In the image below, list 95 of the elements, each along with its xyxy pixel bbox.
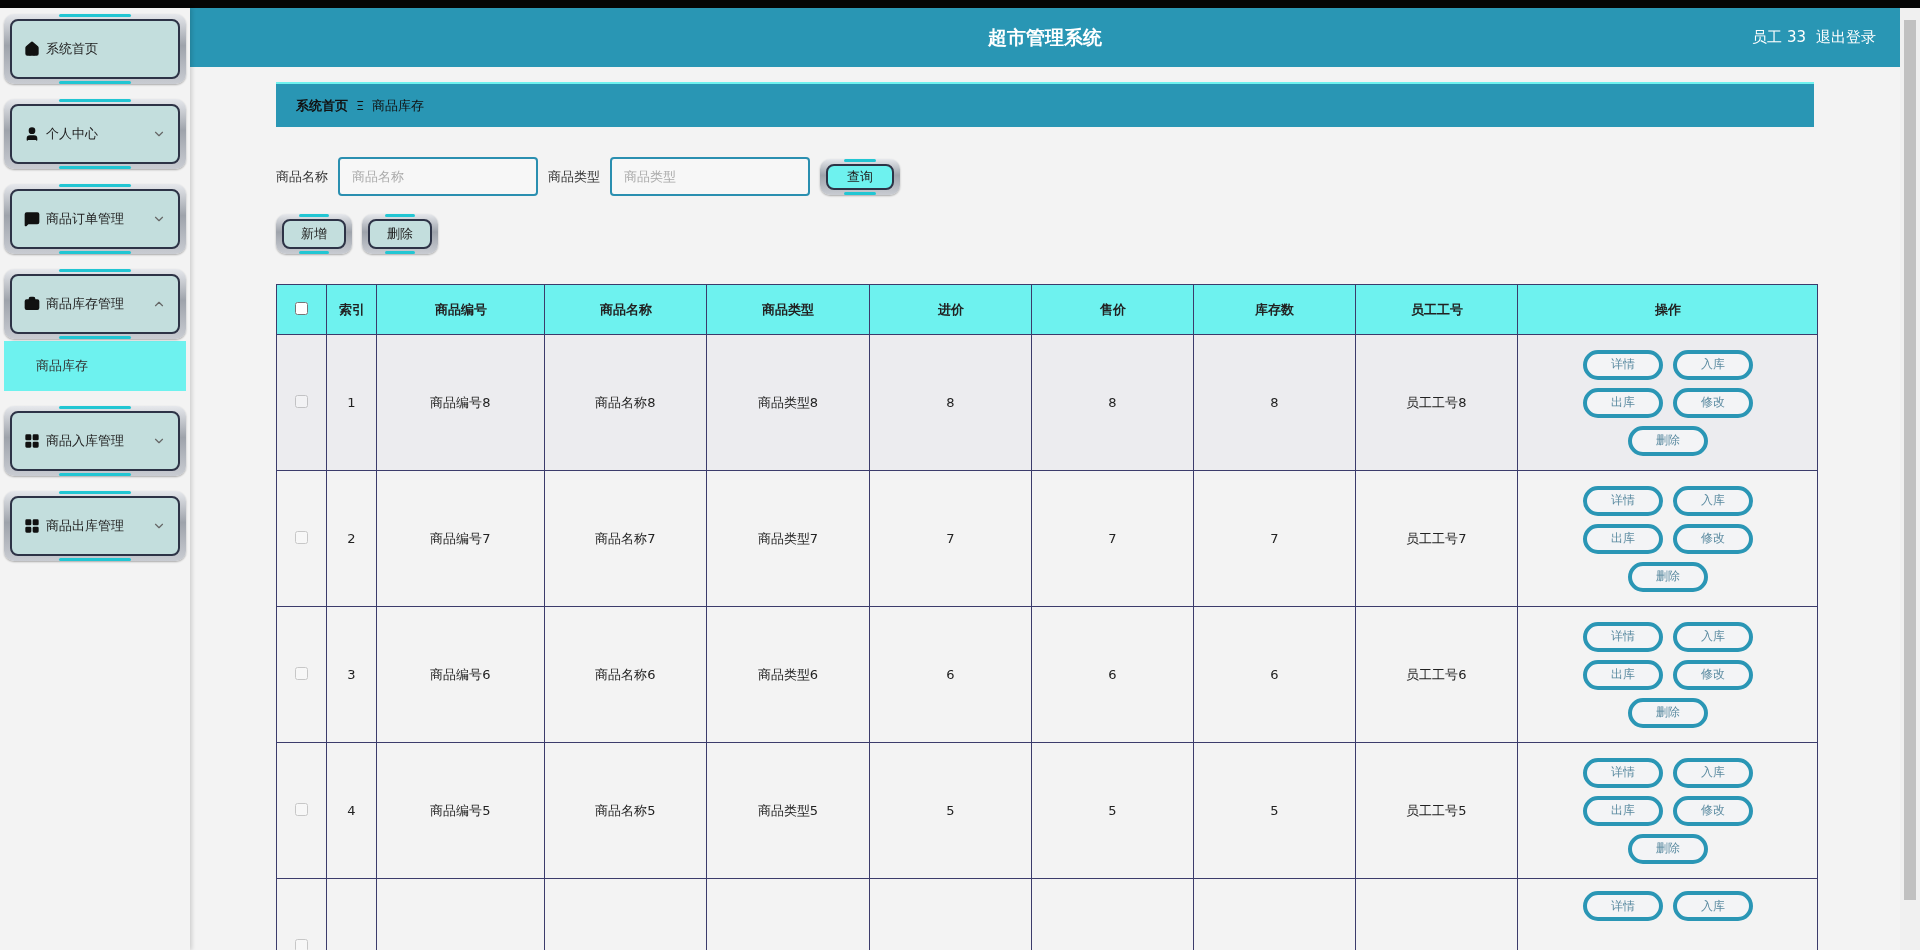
row-action-button[interactable]: 修改 bbox=[1672, 523, 1753, 554]
user-icon bbox=[24, 126, 40, 142]
toolbar-button[interactable]: 新增 bbox=[276, 214, 352, 254]
table-cell: 商品编号6 bbox=[430, 666, 491, 682]
breadcrumb-current: 商品库存 bbox=[372, 96, 425, 115]
table-cell: 8 bbox=[1108, 395, 1117, 410]
toolbar-button[interactable]: 删除 bbox=[362, 214, 438, 254]
table-cell: 5 bbox=[946, 803, 955, 818]
row-action-button[interactable]: 修改 bbox=[1672, 659, 1753, 690]
row-action-button[interactable]: 出库 bbox=[1582, 795, 1663, 826]
row-action-button[interactable]: 出库 bbox=[1582, 523, 1663, 554]
row-action-button[interactable]: 详情 bbox=[1582, 621, 1663, 652]
table-cell: 3 bbox=[347, 667, 356, 682]
column-header: 操作 bbox=[1517, 284, 1818, 335]
table-cell: 员工工号6 bbox=[1406, 666, 1467, 682]
table-cell: 7 bbox=[1270, 531, 1279, 546]
column-header: 员工工号 bbox=[1355, 284, 1518, 335]
user-name: 员工 33 bbox=[1752, 28, 1806, 47]
table-cell: 4 bbox=[347, 803, 356, 818]
table-cell: 商品名称7 bbox=[595, 530, 656, 546]
sidebar-item[interactable]: 个人中心 bbox=[4, 99, 186, 169]
column-header: 索引 bbox=[326, 284, 377, 335]
table-cell: 商品类型8 bbox=[757, 394, 819, 410]
grid-icon bbox=[24, 433, 40, 449]
row-action-button[interactable]: 详情 bbox=[1582, 891, 1663, 921]
table-cell: 员工工号5 bbox=[1406, 802, 1467, 818]
row-checkbox[interactable] bbox=[295, 938, 308, 950]
row-action-button[interactable]: 入库 bbox=[1672, 757, 1753, 788]
table-cell: 员工工号8 bbox=[1406, 394, 1467, 410]
row-action-button[interactable]: 出库 bbox=[1582, 659, 1663, 690]
column-header: 进价 bbox=[869, 284, 1032, 335]
home-icon bbox=[24, 41, 40, 57]
row-action-button[interactable]: 详情 bbox=[1582, 349, 1663, 380]
column-header: 商品名称 bbox=[544, 284, 707, 335]
table-cell: 商品名称5 bbox=[595, 802, 656, 818]
table-cell: 商品名称8 bbox=[595, 394, 656, 410]
table-cell: 商品类型5 bbox=[757, 802, 819, 818]
table-cell: 员工工号7 bbox=[1406, 530, 1467, 546]
table-cell: 5 bbox=[1108, 803, 1117, 818]
table-cell: 5 bbox=[1270, 803, 1279, 818]
column-header: 商品编号 bbox=[376, 284, 545, 335]
field-label: 商品类型 bbox=[548, 167, 600, 186]
chat-icon bbox=[24, 211, 40, 227]
table-cell: 6 bbox=[1270, 667, 1279, 682]
row-action-button[interactable]: 入库 bbox=[1672, 485, 1753, 516]
column-header: 商品类型 bbox=[706, 284, 870, 335]
table-cell: 8 bbox=[1270, 395, 1279, 410]
row-action-button[interactable]: 修改 bbox=[1672, 387, 1753, 418]
row-action-button[interactable]: 删除 bbox=[1627, 833, 1708, 864]
table-cell: 商品类型6 bbox=[757, 666, 819, 682]
row-checkbox[interactable] bbox=[295, 802, 308, 816]
row-action-button[interactable]: 修改 bbox=[1672, 795, 1753, 826]
row-action-button[interactable]: 删除 bbox=[1627, 561, 1708, 592]
row-action-button[interactable]: 入库 bbox=[1672, 891, 1753, 921]
row-action-button[interactable]: 出库 bbox=[1582, 387, 1663, 418]
breadcrumb-home[interactable]: 系统首页 bbox=[296, 96, 348, 115]
column-header: 库存数 bbox=[1193, 284, 1356, 335]
row-action-button[interactable]: 删除 bbox=[1627, 697, 1708, 728]
table-cell: 7 bbox=[946, 531, 955, 546]
table-cell: 8 bbox=[946, 395, 955, 410]
table-cell: 7 bbox=[1108, 531, 1117, 546]
sidebar-item[interactable]: 系统首页 bbox=[4, 14, 186, 84]
sidebar-item[interactable]: 商品出库管理 bbox=[4, 491, 186, 561]
row-action-button[interactable]: 入库 bbox=[1672, 349, 1753, 380]
row-checkbox[interactable] bbox=[295, 530, 308, 544]
table-cell: 2 bbox=[347, 531, 356, 546]
sidebar-item[interactable]: 商品入库管理 bbox=[4, 406, 186, 476]
search-field[interactable]: 商品类型 bbox=[610, 157, 810, 196]
row-checkbox[interactable] bbox=[295, 394, 308, 408]
field-label: 商品名称 bbox=[276, 167, 328, 186]
row-action-button[interactable]: 入库 bbox=[1672, 621, 1753, 652]
table-cell: 6 bbox=[1108, 667, 1117, 682]
sidebar-subitem[interactable]: 商品库存 bbox=[4, 341, 186, 391]
table-cell: 商品编号5 bbox=[430, 802, 491, 818]
app-title: 超市管理系统 bbox=[988, 24, 1102, 50]
row-checkbox[interactable] bbox=[295, 666, 308, 680]
sidebar-item[interactable]: 商品库存管理 bbox=[4, 269, 186, 339]
briefcase-icon bbox=[24, 296, 40, 312]
select-all-checkbox[interactable] bbox=[295, 301, 308, 315]
table-cell: 6 bbox=[946, 667, 955, 682]
table-cell: 商品名称6 bbox=[595, 666, 656, 682]
grid-icon bbox=[24, 518, 40, 534]
row-action-button[interactable]: 删除 bbox=[1627, 425, 1708, 456]
breadcrumb-separator: Ξ bbox=[356, 98, 365, 113]
table-cell: 商品编号8 bbox=[430, 394, 491, 410]
column-header: 售价 bbox=[1031, 284, 1194, 335]
table-cell: 1 bbox=[347, 395, 356, 410]
search-button[interactable]: 查询 bbox=[820, 158, 900, 195]
sidebar-item[interactable]: 商品订单管理 bbox=[4, 184, 186, 254]
table-cell: 商品类型7 bbox=[757, 530, 819, 546]
row-action-button[interactable]: 详情 bbox=[1582, 485, 1663, 516]
table-cell: 商品编号7 bbox=[430, 530, 491, 546]
logout-link[interactable]: 退出登录 bbox=[1816, 28, 1876, 47]
row-action-button[interactable]: 详情 bbox=[1582, 757, 1663, 788]
search-field[interactable]: 商品名称 bbox=[338, 157, 538, 196]
